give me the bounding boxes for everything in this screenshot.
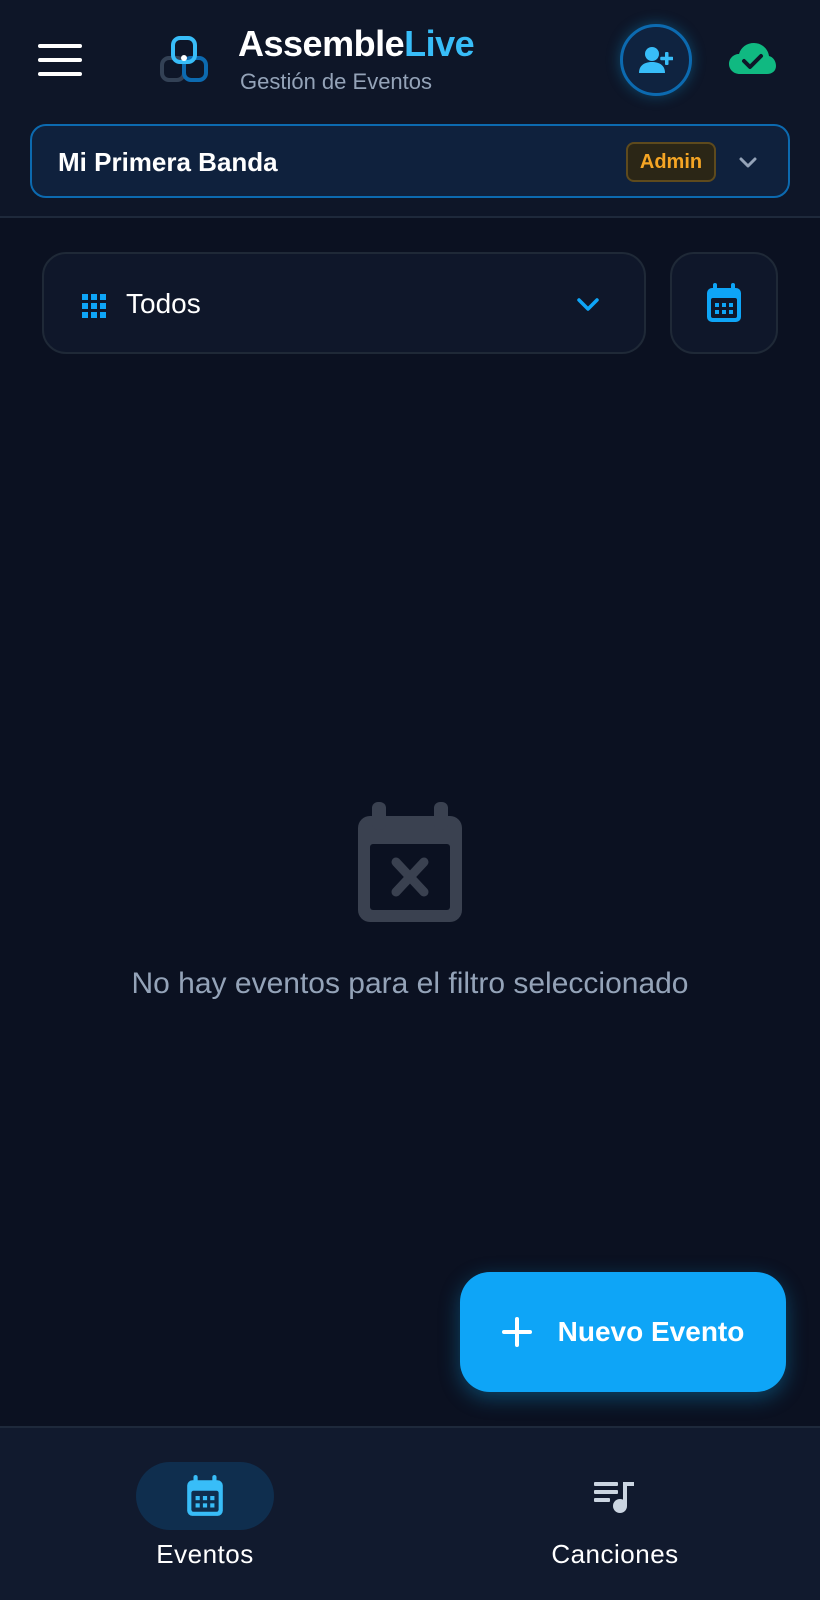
app-header: AssembleLive Gestión de Eventos Mi Prime… [0, 0, 820, 218]
plus-icon [501, 1317, 532, 1347]
nav-active-indicator [136, 1462, 274, 1530]
new-event-label: Nuevo Evento [557, 1316, 745, 1347]
calendar-x-icon [358, 802, 462, 922]
menu-button[interactable] [38, 44, 82, 76]
music-queue-icon [594, 1482, 634, 1513]
hamburger-menu-icon [38, 44, 82, 48]
nav-item-eventos[interactable]: Eventos [0, 1428, 410, 1600]
nav-label-eventos: Eventos [156, 1539, 254, 1569]
chevron-down-icon [739, 157, 757, 168]
nav-item-canciones[interactable]: Canciones [410, 1428, 820, 1600]
band-selector[interactable]: Mi Primera Banda Admin [30, 124, 790, 198]
filter-selected-value: Todos [126, 288, 201, 319]
event-filter-select[interactable]: Todos [42, 252, 646, 354]
calendar-view-button[interactable] [670, 252, 778, 354]
invite-member-button[interactable] [620, 24, 692, 96]
app-root: AssembleLive Gestión de Eventos Mi Prime… [0, 0, 820, 1600]
nav-label-canciones: Canciones [551, 1539, 679, 1569]
app-title-accent: Live [404, 23, 475, 64]
bottom-navigation: Eventos Canciones [0, 1426, 820, 1600]
app-subtitle: Gestión de Eventos [240, 69, 433, 94]
empty-state-message: No hay eventos para el filtro selecciona… [131, 967, 689, 1000]
calendar-icon [707, 283, 741, 322]
app-title-primary: Assemble [238, 23, 405, 64]
cloud-check-icon [729, 43, 776, 74]
person-add-icon [639, 47, 673, 73]
assemblelive-logo [160, 36, 208, 82]
calendar-icon [187, 1475, 223, 1516]
band-name: Mi Primera Banda [58, 147, 278, 177]
chevron-down-icon [577, 298, 599, 311]
grid-icon [82, 294, 106, 318]
app-title: AssembleLive [238, 22, 475, 66]
role-badge: Admin [626, 142, 716, 182]
new-event-button[interactable]: Nuevo Evento [460, 1272, 786, 1392]
